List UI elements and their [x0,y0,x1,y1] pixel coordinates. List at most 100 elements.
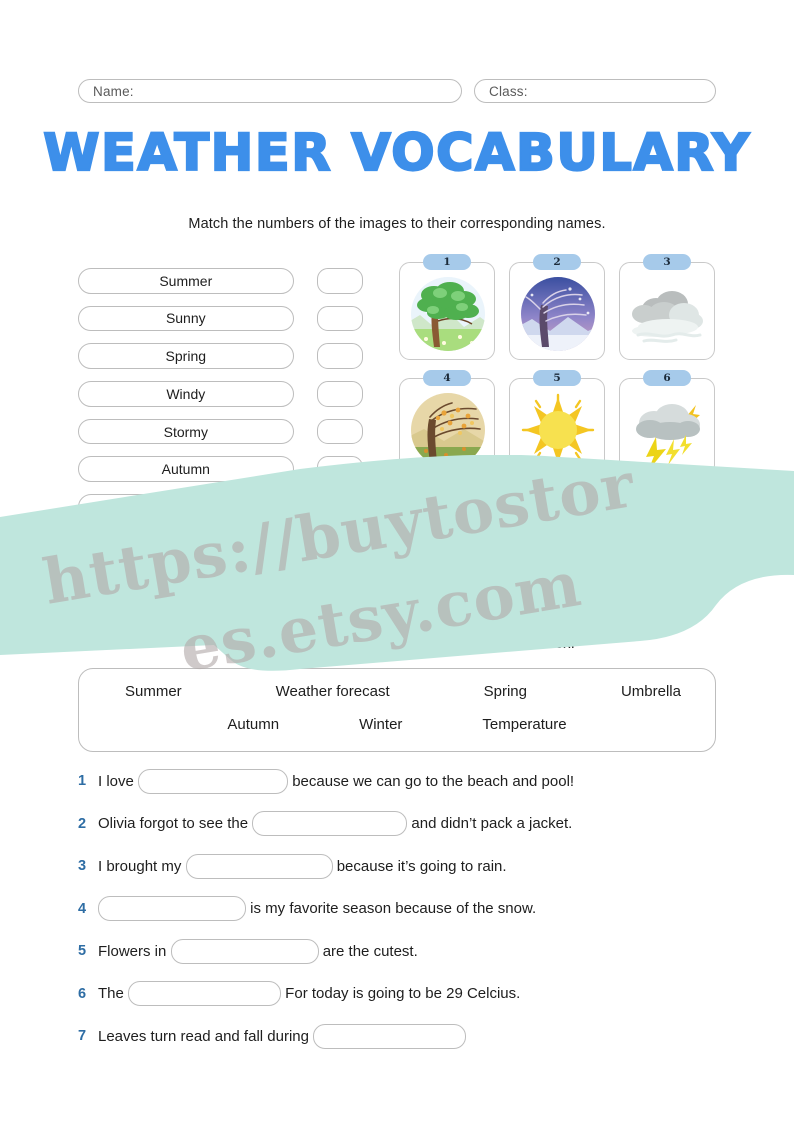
sentence-row: 3 I brought my because it’s going to rain… [78,853,738,879]
word-row: Snowy [78,494,363,520]
match-answer-box[interactable] [316,494,363,520]
word-row: Sunny [78,305,363,332]
picture-card-number: 2 [533,254,581,270]
word-list: Summer Sunny Spring Windy Stormy Autumn Snowy F… [78,268,363,607]
sentence-row: 5 Flowers in are the cutest. [78,938,738,964]
match-answer-box[interactable] [316,456,363,482]
snow-cloud-icon [620,501,716,591]
sentence-number: 6 [78,985,87,1002]
match-answer-box[interactable] [316,569,363,595]
sentence-answer-blank[interactable] [98,896,246,921]
word-row: Stormy [78,418,363,445]
word-row: Summer [78,268,363,294]
sentence-row: 2 Olivia forgot to see the and didn’t pac… [78,811,738,837]
sentence-number: 5 [78,943,87,959]
word-bank-word: Spring [483,683,527,700]
sentence-text-before: I brought my [98,857,186,875]
picture-card-number: 6 [643,370,691,386]
word-row: Winter [78,569,363,595]
sun-icon [510,385,606,475]
winter-tree-icon [510,269,606,359]
sentence-number: 4 [78,900,87,917]
sentence-answer-blank[interactable] [252,811,408,836]
match-answer-box[interactable] [316,381,363,407]
word-bank-word: Autumn [227,716,280,733]
word-bank: Summer Weather forecast Spring Umbrella Aut… [78,668,716,752]
picture-card: 4 [399,370,496,476]
word-bank-row-2: Autumn Winter Temperature [79,700,715,733]
picture-card: 9 [619,486,716,592]
sentence-text-before: Leaves turn read and fall during [98,1027,314,1045]
word-bank-row-1: Summer Weather forecast Spring Umbrella [79,669,715,700]
sentence-text-after: are the cutest. [318,942,418,960]
match-answer-box[interactable] [316,418,363,445]
picture-card: 8 [509,486,606,592]
sentence-answer-blank[interactable] [128,981,282,1006]
picture-grid: 1 2 3 4 5 6 7 8 9 [399,254,716,592]
word-pill: Windy [78,381,294,407]
wind-swirls-icon [400,501,496,591]
sentence-text-after: and didn’t pack a jacket. [407,815,573,832]
spring-blossom-tree-icon [510,501,606,591]
sentence-answer-blank[interactable] [170,938,319,964]
picture-card-number: 5 [533,370,581,386]
sentence-text-before: Olivia forgot to see the [98,815,253,832]
class-field[interactable]: Class: [474,79,716,103]
match-answer-box[interactable] [316,531,363,558]
sentence-text-after: is my favorite season because of the sno… [246,900,537,917]
name-field[interactable]: Name: [78,79,462,103]
sentence-list: 1 I love because we can go to the beach a… [78,768,738,1066]
picture-card: 2 [509,254,606,360]
sentence-row: 7 Leaves turn read and fall during [78,1023,738,1049]
sentence-number: 3 [78,858,87,874]
summer-tree-icon [400,269,496,359]
sentence-answer-blank[interactable] [313,1023,467,1049]
match-answer-box[interactable] [316,305,363,332]
sentence-number: 1 [78,773,87,789]
word-bank-word: Temperature [482,716,567,733]
word-bank-word: Winter [359,716,403,733]
sentence-text-before: Flowers in [98,942,171,960]
fog-clouds-icon [620,269,716,359]
sentence-row: 6 The For today is going to be 29 Celcius… [78,981,738,1007]
autumn-tree-icon [400,385,496,475]
picture-card-number: 8 [533,486,581,502]
sentence-number: 7 [78,1028,87,1044]
word-row: Autumn [78,456,363,482]
word-bank-word: Umbrella [620,683,681,700]
sentence-number: 2 [78,815,87,832]
picture-card-number: 3 [643,254,691,270]
class-field-label: Class: [489,83,528,99]
word-pill: Foggy [78,531,294,558]
picture-card-number: 4 [423,370,471,386]
sentence-answer-blank[interactable] [185,853,333,879]
word-bank-word: Weather forecast [275,683,390,700]
word-row: Spring [78,343,363,369]
word-pill: Sunny [78,305,294,332]
word-pill: Winter [78,569,294,595]
word-pill: Spring [78,343,294,369]
instruction-match: Match the numbers of the images to their… [188,216,606,232]
word-pill: Snowy [78,494,294,520]
storm-cloud-lightning-icon [620,385,716,475]
picture-card: 6 [619,370,716,476]
word-pill: Stormy [78,418,294,445]
match-answer-box[interactable] [316,343,363,369]
picture-card: 1 [399,254,496,360]
word-row: Foggy [78,531,363,558]
matching-section: Summer Sunny Spring Windy Stormy Autumn Snowy F… [0,254,794,598]
sentence-text-before: The [98,985,129,1002]
student-info-row: Name: Class: [78,79,716,103]
sentence-row: 4 is my favorite season because of the s… [78,896,738,922]
word-pill: Autumn [78,456,294,482]
picture-card-number: 7 [423,486,471,502]
picture-card: 3 [619,254,716,360]
word-row: Windy [78,381,363,407]
page-title: WEATHER VOCABULARY [42,124,751,183]
sentence-answer-blank[interactable] [138,768,289,794]
picture-card: 5 [509,370,606,476]
worksheet-page: Name: Class: WEATHER VOCABULARY Match th… [0,0,794,1123]
match-answer-box[interactable] [316,268,363,294]
instruction-complete: Complete the sentences using the words f… [219,636,575,652]
word-pill: Summer [78,268,294,294]
